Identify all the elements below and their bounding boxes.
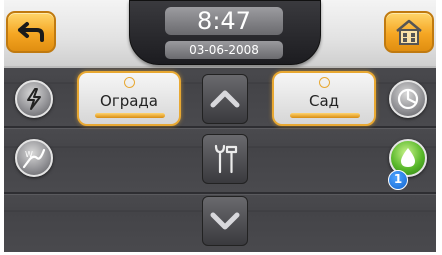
settings-button[interactable] [202,134,248,184]
svg-text:W: W [25,150,33,159]
power-button[interactable] [15,80,53,118]
weather-button[interactable]: W [15,139,53,177]
zone-button-sad[interactable]: Сад [272,71,376,126]
scroll-up-button[interactable] [202,74,248,124]
zone-active-bar [95,113,165,118]
back-arrow-icon [18,22,44,42]
weather-curve-icon: W [22,148,46,169]
back-button[interactable] [6,11,56,53]
timer-button[interactable] [389,80,427,118]
control-panel: 8:47 03-06-2008 W Ограда Сад 1 [4,0,436,252]
notification-badge: 1 [388,170,408,190]
zone-label: Ограда [100,92,158,110]
home-button[interactable] [384,11,434,53]
zone-active-bar [290,113,360,118]
home-icon [396,19,422,45]
pie-clock-icon [397,88,419,110]
scroll-down-button[interactable] [202,196,248,246]
clock-time: 8:47 [165,7,283,35]
chevron-up-icon [210,90,240,108]
row-divider [4,192,436,195]
clock-date: 03-06-2008 [165,41,283,59]
zone-label: Сад [308,92,340,110]
zone-button-ograda[interactable]: Ограда [77,71,181,126]
tools-icon [214,144,238,174]
clock-panel: 8:47 03-06-2008 [129,0,321,65]
row-divider [4,126,436,129]
water-drop-icon [401,148,415,167]
lightning-icon [27,88,41,110]
chevron-down-icon [210,212,240,230]
zone-indicator-led [124,77,135,88]
zone-indicator-led [319,77,330,88]
